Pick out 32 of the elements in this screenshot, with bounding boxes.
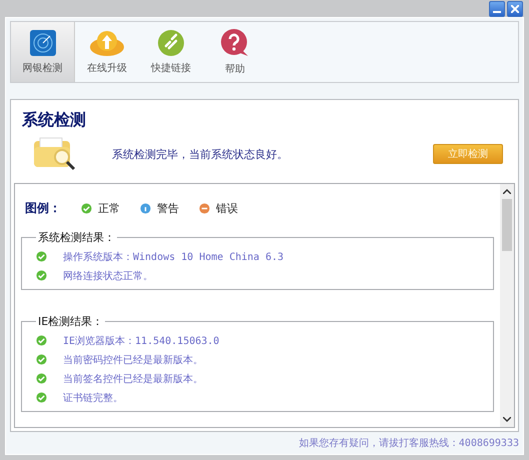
legend-text: 正常 [98, 200, 120, 216]
hotline-text: 如果您存有疑问，请拔打客服热线：4008699333 [298, 436, 519, 450]
result-text: 当前密码控件已经是最新版本。 [63, 354, 203, 366]
status-message: 系统检测完毕，当前系统状态良好。 [112, 146, 289, 162]
legend-text: 错误 [216, 200, 238, 216]
group-title: IE检测结果： [37, 314, 104, 329]
result-text: 网络连接状态正常。 [63, 270, 153, 282]
minimize-button[interactable] [489, 0, 505, 16]
scrollbar-thumb[interactable] [502, 199, 512, 251]
toolbar-tab[interactable]: 快捷链接 [139, 22, 203, 82]
legend-label: 图例： [25, 200, 62, 216]
link-icon [157, 29, 185, 57]
toolbar-tab[interactable]: 帮助 [203, 22, 267, 82]
close-button[interactable] [507, 0, 523, 16]
legend-text: 警告 [157, 200, 179, 216]
result-text: 证书链完整。 [63, 392, 123, 404]
panel-title: 系统检测 [21, 109, 87, 131]
scroll-up-icon[interactable] [503, 189, 511, 194]
toolbar-tab[interactable]: 网银检测 [11, 22, 75, 82]
scroll-down-icon[interactable] [503, 417, 511, 422]
result-text: IE浏览器版本：11.540.15063.0 [63, 334, 220, 348]
result-text: 当前签名控件已经是最新版本。 [63, 372, 203, 386]
minimize-icon [493, 10, 501, 12]
result-text: 操作系统版本：Windows 10 Home China 6.3 [63, 250, 284, 264]
folder-magnifier-icon [32, 137, 78, 171]
toolbar-tab[interactable]: 在线升级 [75, 22, 139, 82]
scrollbar[interactable] [500, 184, 514, 427]
help-icon [220, 28, 250, 58]
close-icon [511, 4, 519, 12]
group-title: 系统检测结果： [37, 230, 116, 245]
radar-icon [28, 29, 56, 57]
upload-cloud-icon [88, 29, 126, 57]
